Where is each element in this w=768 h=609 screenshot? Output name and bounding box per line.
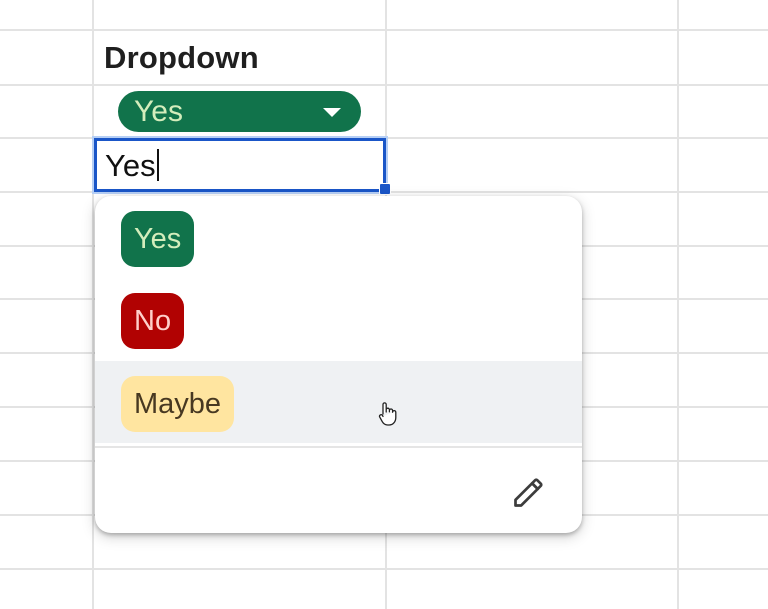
option-chip: Maybe — [121, 376, 235, 432]
row-divider — [0, 29, 768, 31]
menu-divider — [95, 446, 582, 448]
column-header-cell[interactable]: Dropdown — [104, 40, 259, 76]
dropdown-options-menu: Yes No Maybe — [95, 196, 582, 533]
option-chip: Yes — [121, 211, 195, 267]
column-divider — [677, 0, 679, 609]
active-edit-cell[interactable]: Yes — [94, 138, 391, 195]
edit-dropdown-button[interactable] — [506, 469, 552, 515]
text-cursor — [156, 149, 159, 181]
column-divider — [92, 0, 94, 609]
option-chip: No — [121, 293, 185, 349]
dropdown-option-maybe[interactable]: Maybe — [95, 361, 582, 443]
pencil-icon — [514, 478, 543, 507]
dropdown-option-no[interactable]: No — [95, 278, 582, 360]
edit-cell-input[interactable]: Yes — [105, 148, 159, 184]
dropdown-option-yes[interactable]: Yes — [95, 196, 582, 278]
dropdown-chip-cell[interactable]: Yes — [118, 91, 361, 132]
dropdown-chip-label: Yes — [134, 95, 183, 128]
fill-handle[interactable] — [379, 183, 391, 195]
caret-down-icon[interactable] — [323, 108, 341, 117]
row-divider — [0, 84, 768, 86]
row-divider — [0, 568, 768, 570]
edit-cell-text: Yes — [105, 148, 156, 183]
hand-pointer-icon — [378, 402, 397, 426]
